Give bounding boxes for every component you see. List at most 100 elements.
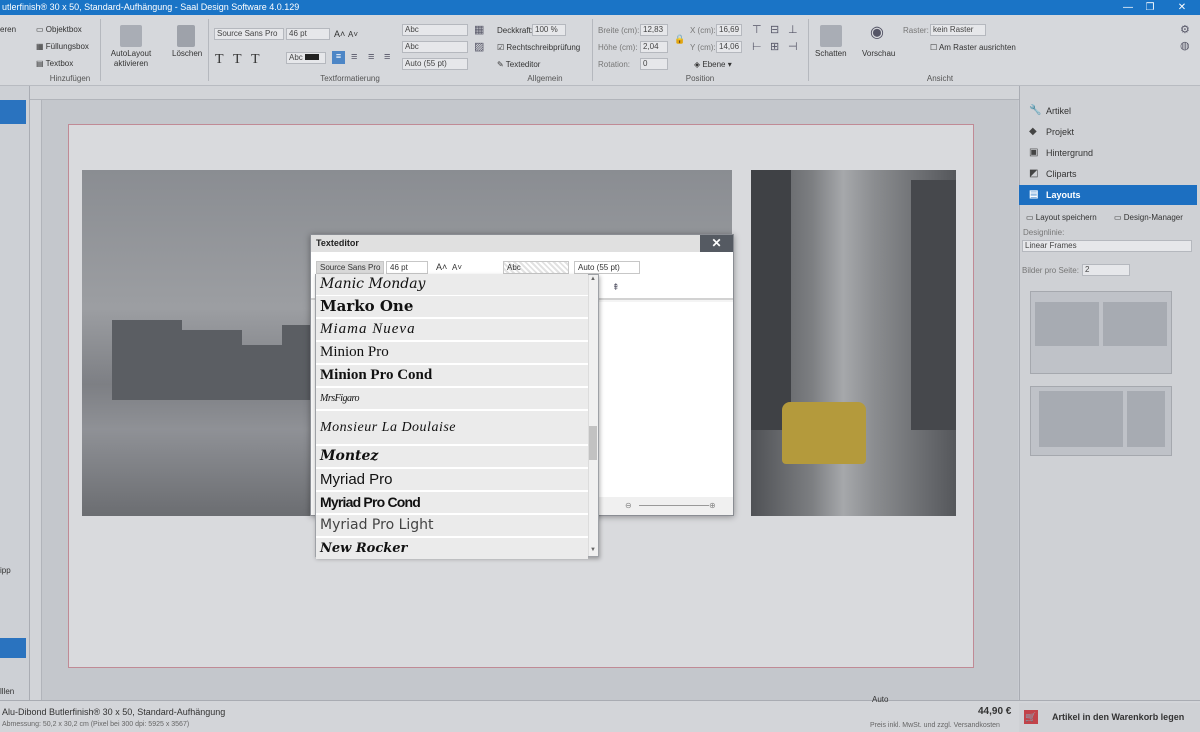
objektbox-button[interactable]: ▭ Objektbox [36, 25, 82, 34]
align-middle-icon[interactable]: ⊟ [770, 23, 779, 36]
add-to-cart-button[interactable]: 🛒 Artikel in den Warenkorb legen [1019, 703, 1200, 732]
text-color-select[interactable]: Abc [286, 52, 326, 64]
dialog-spacing-select[interactable]: Auto (55 pt) [574, 261, 640, 274]
sidebar-item-projekt[interactable]: ◆ Projekt [1019, 122, 1197, 142]
checkbox-icon: ☐ [930, 43, 939, 52]
am-raster-toggle[interactable]: ☐ Am Raster ausrichten [930, 43, 1016, 52]
lock-icon[interactable]: 🔒 [674, 34, 685, 45]
rotation-input[interactable]: 0 [640, 58, 668, 70]
dialog-font-select[interactable]: Source Sans Pro [316, 261, 384, 274]
text-style-button[interactable]: T [215, 52, 224, 68]
design-manager-button[interactable]: ▭ Design-Manager [1114, 213, 1183, 222]
text-shadow-select[interactable]: Abc [402, 41, 468, 53]
shrink-font-button[interactable]: A˅ [348, 30, 358, 39]
text-outline-select[interactable]: Abc [402, 24, 468, 36]
scroll-down-icon[interactable]: ▼ [590, 547, 596, 553]
ebene-button[interactable]: ◈ Ebene ▾ [694, 60, 732, 69]
x-label: X (cm): [690, 26, 716, 35]
font-option[interactable]: Myriad Pro [316, 469, 588, 490]
pen-icon: ✎ [497, 60, 506, 69]
scroll-up-icon[interactable]: ▲ [590, 276, 596, 282]
clipart-icon: ◩ [1029, 168, 1039, 179]
font-option[interactable]: MrsFigaro [316, 388, 588, 409]
dialog-zoom-bar[interactable]: ⊖ ⊕ [599, 497, 733, 515]
bold-icon[interactable]: ▦ [474, 23, 484, 36]
abmessung-text: Abmessung: 50,2 x 30,2 cm (Pixel bei 300… [2, 721, 190, 728]
sidebar-item-layouts[interactable]: ▤ Layouts [1019, 185, 1197, 205]
bilder-select[interactable]: 2 [1082, 264, 1130, 276]
font-option[interactable]: Myriad Pro Cond [316, 492, 588, 513]
sidebar-item-artikel[interactable]: 🔧 Artikel [1019, 101, 1197, 121]
dialog-close-button[interactable]: ✕ [700, 235, 733, 252]
text-style-button[interactable]: T [251, 52, 260, 68]
dialog-color-select[interactable]: Abc [503, 261, 569, 274]
font-option[interactable]: Minion Pro Cond [316, 365, 588, 386]
font-option[interactable]: Minion Pro [316, 342, 588, 363]
autolayout-button[interactable]: AutoLayout aktivieren [108, 49, 154, 69]
dialog-title: Texteditor [311, 235, 733, 252]
font-option[interactable]: Montez [316, 446, 588, 467]
breite-input[interactable]: 12,83 [640, 24, 668, 36]
align-icon[interactable]: ⇞ [612, 282, 620, 293]
layout-speichern-button[interactable]: ▭ Layout speichern [1026, 213, 1097, 222]
dialog-size-select[interactable]: 46 pt [386, 261, 428, 274]
schatten-button[interactable]: Schatten [815, 49, 847, 58]
maximize-button[interactable]: ❐ [1132, 0, 1168, 15]
designlinie-select[interactable]: Linear Frames [1022, 240, 1192, 252]
text-edit-area[interactable] [599, 302, 733, 497]
group-label-allgemein: Allgemein [527, 74, 563, 83]
spellcheck-toggle[interactable]: ☑ Rechtschreibprüfung [497, 43, 580, 52]
font-option[interactable]: Miama Nueva [316, 319, 588, 340]
title-bar: utlerfinish® 30 x 50, Standard-Aufhängun… [0, 0, 1200, 15]
gear-icon[interactable]: ⚙ [1180, 23, 1190, 36]
loeschen-button[interactable]: Löschen [172, 49, 202, 58]
font-option[interactable]: Marko One [316, 296, 588, 317]
align-bottom-icon[interactable]: ⊥ [788, 23, 798, 36]
fuellungsbox-button[interactable]: ▦ Füllungsbox [36, 42, 89, 51]
close-window-button[interactable]: ✕ [1164, 0, 1200, 15]
font-option[interactable]: Monsieur La Doulaise [316, 411, 588, 444]
vorschau-button[interactable]: Vorschau [862, 49, 895, 58]
wrench-icon: 🔧 [1029, 105, 1042, 116]
font-list-scrollbar[interactable] [588, 275, 598, 556]
y-input[interactable]: 14,06 [716, 41, 742, 53]
distribute-right-icon[interactable]: ⊣ [788, 40, 798, 53]
sidebar-item-hintergrund[interactable]: ▣ Hintergrund [1019, 143, 1197, 163]
x-input[interactable]: 16,69 [716, 24, 742, 36]
zoom-select[interactable]: Auto [872, 695, 888, 704]
italic-icon[interactable]: ▨ [474, 40, 484, 53]
align-right-icon[interactable]: ≡ [368, 51, 374, 63]
globe-icon[interactable]: ◍ [1180, 39, 1190, 52]
zoom-in-icon[interactable]: ⊕ [709, 501, 716, 510]
font-list-scroll-thumb[interactable] [589, 426, 597, 460]
font-option[interactable]: Manic Monday [316, 274, 588, 295]
align-center-icon[interactable]: ≡ [351, 51, 357, 63]
dialog-shrink-font-button[interactable]: A˅ [452, 263, 462, 272]
align-left-icon[interactable]: ≡ [332, 51, 345, 64]
text-style-button[interactable]: T [233, 52, 242, 68]
grow-font-button[interactable]: A˄ [334, 29, 345, 39]
textbox-button[interactable]: ▤ Textbox [36, 59, 73, 68]
align-top-icon[interactable]: ⊤ [752, 23, 762, 36]
raster-select[interactable]: kein Raster [930, 24, 986, 36]
align-justify-icon[interactable]: ≡ [384, 51, 390, 63]
rotation-label: Rotation: [598, 60, 631, 69]
hoehe-input[interactable]: 2,04 [640, 41, 668, 53]
texteditor-button[interactable]: ✎ Texteditor [497, 60, 540, 69]
photo-street[interactable] [751, 170, 956, 516]
font-option[interactable]: Myriad Pro Light [316, 515, 588, 536]
line-spacing-select[interactable]: Auto (55 pt) [402, 58, 468, 70]
dialog-grow-font-button[interactable]: A˄ [436, 262, 447, 272]
font-select[interactable]: Source Sans Pro [214, 28, 284, 40]
distribute-left-icon[interactable]: ⊢ [752, 40, 762, 53]
distribute-center-icon[interactable]: ⊞ [770, 40, 779, 53]
font-option[interactable]: New Rocker [316, 538, 588, 559]
bilder-label: Bilder pro Seite: [1022, 266, 1079, 275]
sidebar-item-cliparts[interactable]: ◩ Cliparts [1019, 164, 1197, 184]
deckkraft-select[interactable]: 100 % [532, 24, 566, 36]
zoom-out-icon[interactable]: ⊖ [625, 501, 632, 510]
left-cut-label: lllen [0, 687, 15, 696]
font-size-select[interactable]: 46 pt [286, 28, 330, 40]
layout-thumbnail[interactable] [1030, 386, 1172, 456]
layout-thumbnail[interactable] [1030, 291, 1172, 374]
